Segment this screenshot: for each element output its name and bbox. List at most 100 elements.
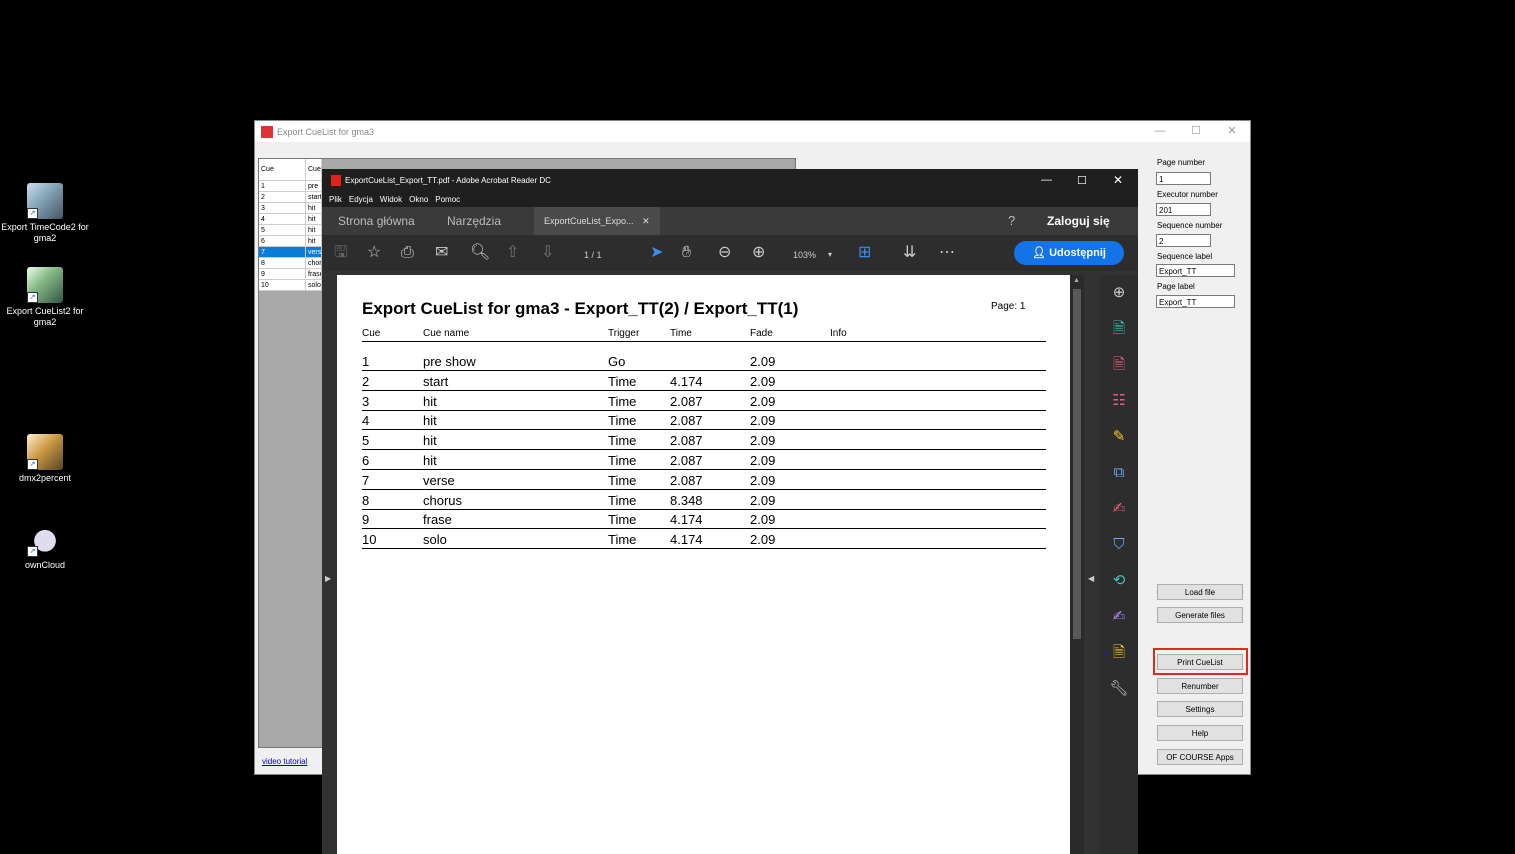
select-cursor-icon[interactable]: ➤ xyxy=(650,243,663,263)
desktop-icon-label: dmx2percent xyxy=(18,473,72,483)
doc-cell-name: frase xyxy=(423,512,452,528)
tab-home[interactable]: Strona główna xyxy=(338,207,415,235)
fit-page-icon[interactable]: ⊞ xyxy=(858,243,871,263)
protect-shield-icon[interactable]: ⛉ xyxy=(1109,535,1129,555)
doc-cell-name: start xyxy=(423,373,449,389)
desktop-icon-dmx2percent[interactable]: ↗ dmx2percent xyxy=(0,434,90,484)
menu-plik[interactable]: Plik xyxy=(329,195,342,204)
desktop-icon-export-cuelist2[interactable]: ↗ Export CueList2 for gma2 xyxy=(0,267,90,328)
video-tutorial-link[interactable]: video tutorial xyxy=(262,757,307,766)
menu-widok[interactable]: Widok xyxy=(380,195,402,204)
doc-cell-cue: 3 xyxy=(362,393,370,409)
doc-cell-fade: 2.09 xyxy=(750,532,776,548)
save-icon[interactable]: 🖫 xyxy=(334,243,348,263)
doc-header-trigger: Trigger xyxy=(608,328,640,339)
organize-pages-icon[interactable]: ☷ xyxy=(1109,391,1129,411)
left-panel-toggle-icon[interactable]: ▶ xyxy=(325,574,331,583)
scrollbar-thumb[interactable] xyxy=(1073,289,1081,639)
create-pdf-icon[interactable]: 🗎 xyxy=(1109,355,1129,375)
send-file-icon[interactable]: 🗎 xyxy=(1109,643,1129,663)
minimize-icon[interactable]: — xyxy=(1041,174,1052,186)
cell-cue: 4 xyxy=(259,214,306,225)
maximize-icon[interactable]: ☐ xyxy=(1077,174,1087,187)
header-cue[interactable]: Cue xyxy=(259,159,306,181)
close-icon[interactable]: ✕ xyxy=(1214,121,1250,142)
scroll-up-icon[interactable]: ▲ xyxy=(1073,277,1080,284)
hand-tool-icon[interactable]: ✋︎ xyxy=(682,243,691,263)
cell-cue: 6 xyxy=(259,236,306,247)
cell-cue: 1 xyxy=(259,181,306,192)
menu-edycja[interactable]: Edycja xyxy=(349,195,373,204)
highlight-box xyxy=(1153,648,1248,675)
sequence-label-field[interactable]: Export_TT xyxy=(1156,264,1235,277)
zoom-level[interactable]: 103% xyxy=(793,245,816,265)
request-signature-icon[interactable]: ✍︎ xyxy=(1109,607,1129,627)
close-icon[interactable]: ✕ xyxy=(1113,173,1123,187)
doc-cell-fade: 2.09 xyxy=(750,453,776,468)
more-tools-wrench-icon[interactable]: 🔧︎ xyxy=(1109,679,1129,699)
settings-button[interactable]: Settings xyxy=(1157,701,1243,717)
signin-link[interactable]: Zaloguj się xyxy=(1047,207,1110,235)
comment-icon[interactable]: ✎ xyxy=(1109,427,1129,447)
doc-title: Export CueList for gma3 - Export_TT(2) /… xyxy=(362,299,799,318)
export-pdf-icon[interactable]: 🗎 xyxy=(1109,319,1129,339)
desktop-icon-owncloud[interactable]: ↗ ownCloud xyxy=(0,521,90,571)
maximize-icon[interactable]: ☐ xyxy=(1178,121,1214,142)
fill-sign-icon[interactable]: ✍︎ xyxy=(1109,499,1129,519)
acrobat-menubar: Plik Edycja Widok Okno Pomoc xyxy=(322,191,1138,207)
tab-close-icon[interactable]: ✕ xyxy=(642,216,650,226)
page-indicator[interactable]: 1 / 1 xyxy=(584,245,602,265)
generate-files-button[interactable]: Generate files xyxy=(1157,607,1243,623)
owncloud-icon: ↗ xyxy=(27,521,63,557)
header-name[interactable]: Cue name xyxy=(306,159,322,181)
doc-cell-time: 2.087 xyxy=(670,472,703,488)
share-button[interactable]: 👤︎ Udostępnij xyxy=(1014,241,1124,265)
doc-cell-cue: 2 xyxy=(362,373,370,389)
load-file-button[interactable]: Load file xyxy=(1157,584,1243,600)
minimize-icon[interactable]: — xyxy=(1142,121,1178,142)
scrollbar[interactable]: ▲ xyxy=(1070,275,1084,854)
right-panel-toggle-icon[interactable]: ◀ xyxy=(1088,574,1094,583)
of-course-apps-button[interactable]: OF COURSE Apps xyxy=(1157,749,1243,765)
cell-cue: 5 xyxy=(259,225,306,236)
acrobat-tabbar: Strona główna Narzędzia ExportCueList_Ex… xyxy=(322,207,1138,235)
doc-cell-trigger: Time xyxy=(608,532,637,548)
executor-number-field[interactable]: 201 xyxy=(1156,203,1211,216)
doc-table-row: 1 pre show Go 2.09 xyxy=(362,351,1046,371)
acrobat-title: ExportCueList_Export_TT.pdf - Adobe Acro… xyxy=(345,175,551,185)
page-number-field[interactable]: 1 xyxy=(1156,172,1211,185)
renumber-button[interactable]: Renumber xyxy=(1157,678,1243,694)
search-icon[interactable]: 🔍︎ xyxy=(470,243,490,263)
desktop-icon-export-timecode2[interactable]: ↗ Export TimeCode2 for gma2 xyxy=(0,183,90,244)
page-label-field[interactable]: Export_TT xyxy=(1156,295,1235,308)
menu-pomoc[interactable]: Pomoc xyxy=(435,195,460,204)
zoom-in-icon[interactable]: ⊕ xyxy=(752,243,765,263)
scroll-mode-icon[interactable]: ⇊ xyxy=(903,243,916,263)
page-up-icon[interactable]: ⇧ xyxy=(506,243,519,263)
cell-name: pre xyxy=(306,181,322,192)
zoom-page-icon[interactable]: ⊕ xyxy=(1109,283,1129,303)
doc-cell-name: solo xyxy=(423,532,447,548)
doc-cell-name: hit xyxy=(423,413,437,429)
doc-cell-trigger: Time xyxy=(608,453,637,468)
cell-cue: 7 xyxy=(259,247,306,258)
menu-okno[interactable]: Okno xyxy=(409,195,428,204)
help-icon[interactable]: ? xyxy=(1008,207,1015,235)
combine-files-icon[interactable]: ⧉ xyxy=(1109,463,1129,483)
more-tools-icon[interactable]: ⋯ xyxy=(939,243,955,263)
tab-document[interactable]: ExportCueList_Expo... ✕ xyxy=(534,207,660,235)
compress-pdf-icon[interactable]: ⟲ xyxy=(1109,571,1129,591)
zoom-out-icon[interactable]: ⊖ xyxy=(718,243,731,263)
doc-table-row: 4 hit Time 2.087 2.09 xyxy=(362,410,1046,431)
page-down-icon[interactable]: ⇩ xyxy=(541,243,554,263)
help-button[interactable]: Help xyxy=(1157,725,1243,741)
email-icon[interactable]: ✉ xyxy=(435,243,448,263)
tab-tools[interactable]: Narzędzia xyxy=(447,207,501,235)
bookmark-star-icon[interactable]: ☆ xyxy=(367,243,381,263)
doc-cell-time: 8.348 xyxy=(670,492,703,508)
sequence-number-field[interactable]: 2 xyxy=(1156,234,1211,247)
doc-table-row: 6 hit Time 2.087 2.09 xyxy=(362,450,1046,470)
zoom-dropdown-icon[interactable]: ▾ xyxy=(828,245,832,265)
print-icon[interactable]: ⎙ xyxy=(401,243,414,263)
sequence-label-label: Sequence label xyxy=(1157,252,1213,261)
